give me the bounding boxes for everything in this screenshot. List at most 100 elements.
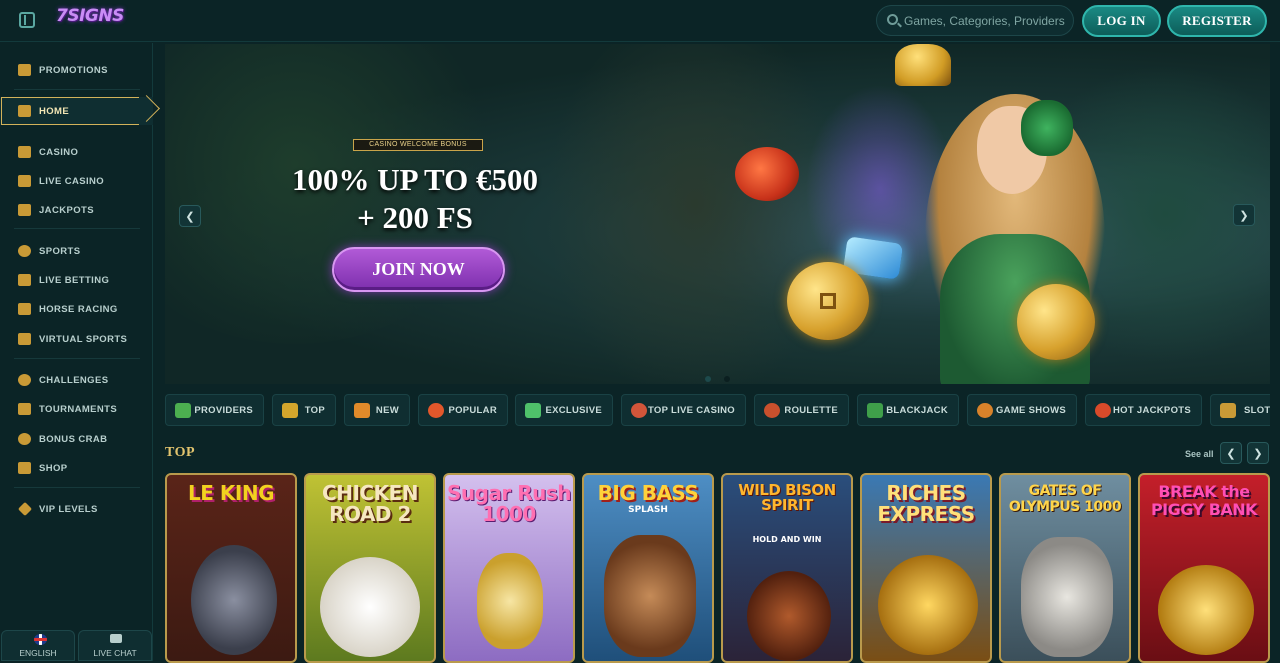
category-label: BLACKJACK: [886, 404, 948, 416]
category-top[interactable]: TOP: [272, 394, 336, 426]
category-top-live-casino[interactable]: TOP LIVE CASINO: [621, 394, 746, 426]
bison-art: [747, 571, 831, 661]
divider: [14, 487, 140, 488]
category-new[interactable]: NEW: [344, 394, 410, 426]
sidebar-item-label: BONUS CRAB: [39, 433, 108, 445]
slide-dot-active[interactable]: [724, 376, 730, 382]
category-roulette[interactable]: ROULETTE: [754, 394, 849, 426]
sidebar-item-label: LIVE CASINO: [39, 175, 105, 187]
hot-jackpot-icon: [1095, 403, 1111, 418]
category-label: PROVIDERS: [194, 404, 253, 416]
horse-icon: [18, 303, 31, 315]
section-title: TOP: [165, 445, 196, 460]
megaphone-icon: [354, 403, 370, 418]
search-input[interactable]: [904, 12, 1070, 30]
uk-flag-icon: [34, 634, 47, 645]
game-tile-chicken-road-2[interactable]: CHICKEN ROAD 2: [304, 473, 436, 663]
sidebar-item-promotions[interactable]: PROMOTIONS: [0, 56, 153, 84]
category-popular[interactable]: POPULAR: [418, 394, 508, 426]
register-button[interactable]: REGISTER: [1167, 5, 1267, 37]
game-tile-break-the-piggy-bank[interactable]: BREAK the PIGGY BANK: [1138, 473, 1270, 663]
gift-icon: [18, 64, 31, 76]
diamond-icon: [17, 501, 33, 517]
sidebar-item-vip-levels[interactable]: VIP LEVELS: [0, 495, 153, 523]
sidebar-item-label: PROMOTIONS: [39, 64, 108, 76]
section-prev-button[interactable]: ❮: [1220, 442, 1242, 464]
category-blackjack[interactable]: BLACKJACK: [857, 394, 959, 426]
sidebar-item-bonus-crab[interactable]: BONUS CRAB: [0, 425, 153, 453]
sidebar-item-shop[interactable]: SHOP: [0, 454, 153, 482]
section-next-button[interactable]: ❯: [1247, 442, 1269, 464]
game-tile-sugar-rush-1000[interactable]: Sugar Rush 1000: [443, 473, 575, 663]
game-title: LE KING: [188, 481, 274, 505]
chips-icon: [631, 403, 647, 418]
category-game-shows[interactable]: GAME SHOWS: [967, 394, 1077, 426]
hero-banner[interactable]: CASINO WELCOME BONUS 100% UP TO €500 + 2…: [165, 44, 1270, 384]
category-providers[interactable]: PROVIDERS: [165, 394, 264, 426]
game-tile-riches-express[interactable]: RICHES EXPRESS: [860, 473, 992, 663]
game-subtitle: SPLASH: [628, 505, 668, 515]
category-exclusive[interactable]: EXCLUSIVE: [515, 394, 613, 426]
game-title: RICHES EXPRESS: [877, 481, 975, 526]
piggy-art: [1158, 565, 1254, 655]
category-hot-jackpots[interactable]: HOT JACKPOTS: [1085, 394, 1202, 426]
sidebar-item-home[interactable]: HOME: [0, 95, 160, 125]
crown-icon: [282, 403, 298, 418]
search-icon: [887, 14, 898, 25]
login-button[interactable]: LOG IN: [1082, 5, 1161, 37]
category-slots[interactable]: SLOTS: [1210, 394, 1270, 426]
search-box[interactable]: [876, 5, 1074, 36]
clover-icon: [18, 204, 31, 216]
mic-icon: [977, 403, 993, 418]
sidebar-item-casino[interactable]: CASINO: [0, 138, 153, 166]
sidebar-item-jackpots[interactable]: JACKPOTS: [0, 196, 153, 224]
ladybug-icon: [735, 147, 799, 201]
sidebar-item-horse-racing[interactable]: HORSE RACING: [0, 295, 153, 323]
banner-prev-button[interactable]: ❮: [179, 205, 201, 227]
game-tile-gates-of-olympus-1000[interactable]: GATES OF OLYMPUS 1000: [999, 473, 1131, 663]
roulette-icon: [764, 403, 780, 418]
game-title: WILD BISON SPIRIT: [738, 481, 836, 514]
divider: [14, 358, 140, 359]
sidebar-item-virtual-sports[interactable]: VIRTUAL SPORTS: [0, 325, 153, 353]
sidebar-toggle-icon[interactable]: [19, 12, 35, 28]
live-chat-button[interactable]: LIVE CHAT: [78, 630, 152, 661]
bonus-badge: CASINO WELCOME BONUS: [353, 139, 483, 151]
ball-icon: [18, 245, 31, 257]
live-chat-label: LIVE CHAT: [93, 648, 137, 658]
character-art: [191, 545, 277, 655]
game-subtitle: HOLD AND WIN: [752, 535, 822, 544]
sidebar-item-sports[interactable]: SPORTS: [0, 237, 153, 265]
home-icon: [18, 105, 31, 117]
language-button[interactable]: ENGLISH: [1, 630, 75, 661]
category-bar: PROVIDERS TOP NEW POPULAR EXCLUSIVE TOP …: [165, 394, 1270, 426]
game-tile-le-king[interactable]: LE KING: [165, 473, 297, 663]
game-title: Sugar Rush 1000: [446, 481, 572, 526]
chat-icon: [110, 634, 122, 643]
sidebar-item-tournaments[interactable]: TOURNAMENTS: [0, 395, 153, 423]
virtual-icon: [18, 333, 31, 345]
sidebar-item-label: VIRTUAL SPORTS: [39, 333, 128, 345]
sidebar-item-live-betting[interactable]: LIVE BETTING: [0, 266, 153, 294]
live-icon: [18, 274, 31, 286]
logo[interactable]: 7SIGNS: [56, 6, 124, 26]
game-tile-big-bass-splash[interactable]: BIG BASS SPLASH: [582, 473, 714, 663]
game-title: CHICKEN ROAD 2: [322, 481, 418, 526]
divider: [14, 228, 140, 229]
slide-dot[interactable]: [705, 376, 711, 382]
banner-headline: 100% UP TO €500 + 200 FS: [235, 161, 595, 237]
category-label: TOP: [304, 404, 325, 416]
gem-icon: [525, 403, 541, 418]
game-tile-wild-bison-spirit[interactable]: WILD BISON SPIRIT HOLD AND WIN: [721, 473, 853, 663]
sidebar-item-live-casino[interactable]: LIVE CASINO: [0, 167, 153, 195]
language-label: ENGLISH: [19, 648, 57, 658]
train-art: [878, 555, 978, 655]
coin-icon: [787, 262, 869, 340]
gumball-art: [477, 553, 543, 649]
sidebar-item-challenges[interactable]: CHALLENGES: [0, 366, 153, 394]
join-now-button[interactable]: JOIN NOW: [332, 247, 505, 292]
chicken-art: [320, 557, 420, 657]
banner-next-button[interactable]: ❯: [1233, 204, 1255, 226]
bell-icon: [895, 44, 951, 86]
see-all-link[interactable]: See all: [1185, 449, 1214, 459]
